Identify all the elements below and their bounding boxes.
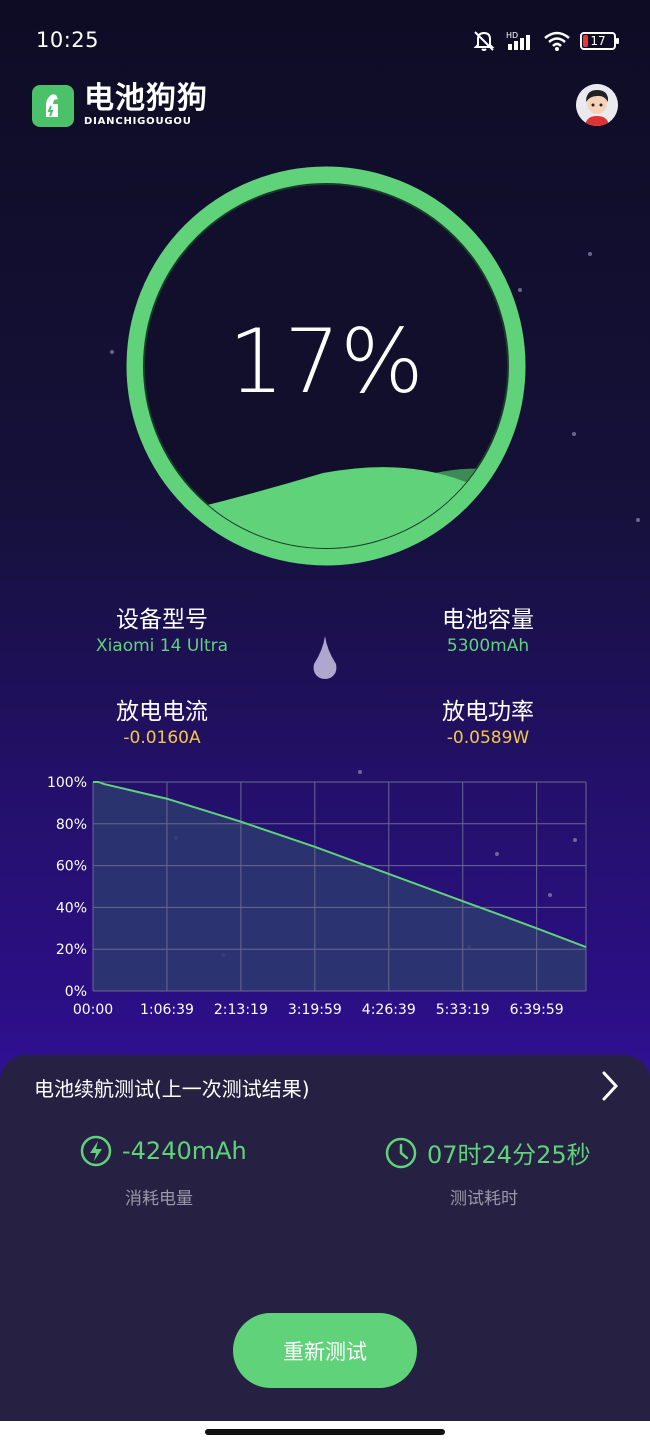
chart-x-tick-label: 1:06:39 [140,1002,194,1018]
wifi-icon [544,31,570,51]
signal-icon: HD [506,31,530,50]
consumed-stat: -4240mAh [80,1135,247,1167]
chart-y-tick-label: 40% [56,900,87,916]
consumed-label: 消耗电量 [125,1189,193,1209]
app-name: 电池狗狗 [84,81,208,116]
dog-logo-icon [32,84,74,127]
chart-y-tick-label: 100% [47,775,87,791]
discharge-current-label: 放电电流 [116,699,208,725]
discharge-power-label: 放电功率 [442,699,534,725]
clock-icon [385,1137,417,1168]
chevron-right-icon[interactable] [600,1070,620,1102]
user-avatar[interactable] [576,84,618,126]
duration-value: 07时24分25秒 [427,1141,591,1169]
consumed-value: -4240mAh [122,1137,247,1165]
chart-y-tick-label: 20% [56,942,87,958]
battery-capacity-label: 电池容量 [442,607,534,633]
discharge-chart: 100% 80% 60% 40% 20% 0% 00:00 1:06:39 2:13:19 3:1… [47,775,587,1018]
device-model-value: Xiaomi 14 Ultra [95,636,229,656]
mute-icon [473,31,495,51]
chart-x-tick-label: 4:26:39 [362,1002,416,1018]
chart-y-tick-label: 60% [56,859,87,875]
home-indicator[interactable] [205,1429,445,1435]
status-bar: 10:25 HD 17 [0,0,650,80]
app-logo: 电池狗狗 DIANCHIGOUGOU [32,84,208,127]
battery-status-level: 17 [590,34,606,48]
app-name-pinyin: DIANCHIGOUGOU [84,116,192,127]
battery-status-icon: 17 [580,32,619,50]
device-model-label: 设备型号 [116,607,208,633]
chart-x-tick-label: 3:19:59 [288,1002,342,1018]
retest-button[interactable]: 重新测试 [233,1313,417,1388]
battery-percent: 17% [228,310,424,413]
discharge-current-value: -0.0160A [123,728,201,748]
chart-y-tick-label: 80% [56,817,87,833]
chart-y-tick-label: 0% [65,984,87,1000]
duration-label: 测试耗时 [450,1189,518,1209]
discharge-power-value: -0.0589W [446,728,530,748]
svg-text:HD: HD [506,31,518,40]
duration-stat: 07时24分25秒 [385,1135,591,1170]
endurance-title: 电池续航测试(上一次测试结果) [34,1077,310,1101]
battery-capacity-value: 5300mAh [446,636,530,656]
chart-x-tick-label: 5:33:19 [436,1002,490,1018]
chart-x-tick-label: 2:13:19 [214,1002,268,1018]
status-icons: HD 17 [472,30,619,52]
chart-x-tick-label: 00:00 [73,1002,113,1018]
lightning-icon [80,1135,112,1167]
chart-x-tick-label: 6:39:59 [510,1002,564,1018]
drop-icon [313,636,337,679]
status-time: 10:25 [36,28,100,52]
